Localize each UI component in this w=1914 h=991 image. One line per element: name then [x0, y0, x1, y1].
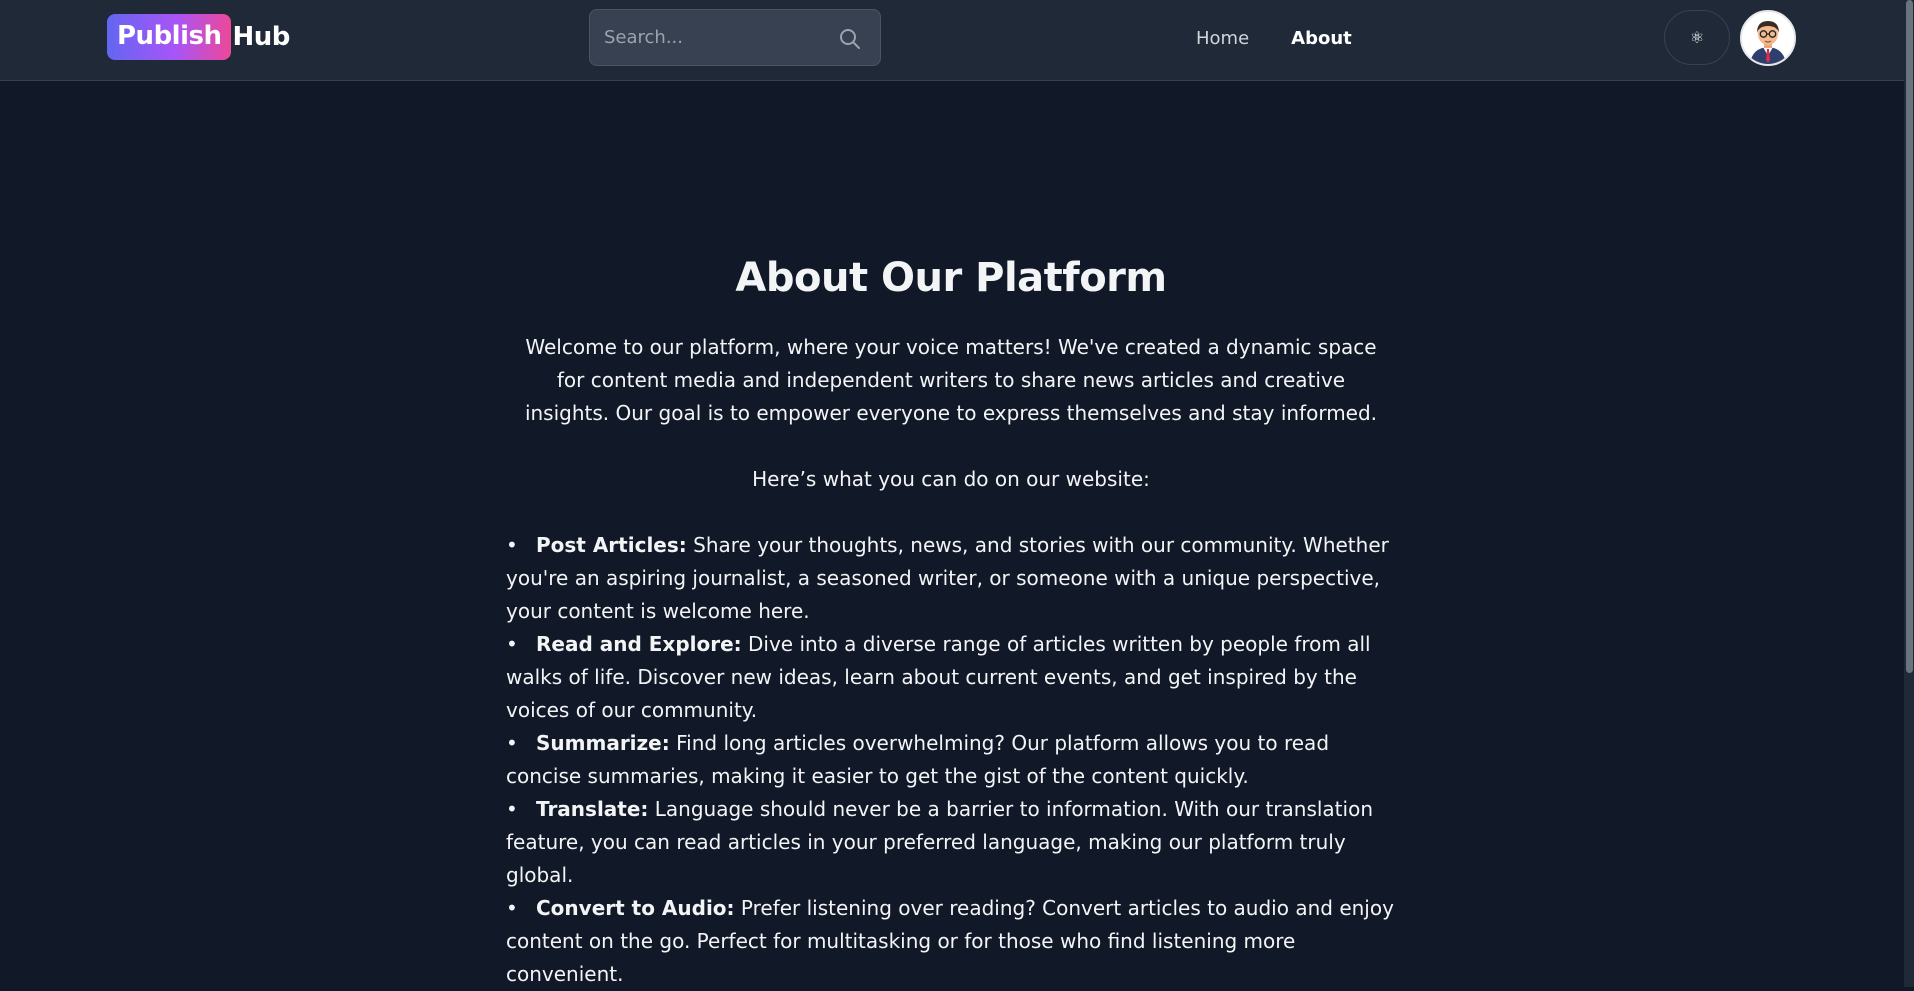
about-section: About Our Platform Welcome to our platfo… [506, 251, 1396, 991]
search-icon[interactable] [838, 27, 862, 51]
site-logo[interactable]: Publish Hub [107, 13, 290, 61]
user-avatar-icon [1742, 12, 1794, 64]
intro-paragraph: Welcome to our platform, where your voic… [524, 335, 1378, 425]
features-list: • Post Articles: Share your thoughts, new… [506, 529, 1396, 991]
page-title: About Our Platform [735, 255, 1167, 301]
logo-badge: Publish [107, 14, 231, 60]
nav-home-link[interactable]: Home [1196, 22, 1249, 55]
feature-title: Summarize: [536, 731, 670, 755]
list-item: • Read and Explore: Dive into a diverse r… [506, 628, 1396, 727]
user-avatar[interactable] [1740, 10, 1796, 66]
feature-title: Read and Explore: [536, 632, 742, 656]
bullet-icon: • [506, 533, 518, 557]
search-input[interactable] [590, 10, 830, 65]
features-lead: Here’s what you can do on our website: [752, 467, 1150, 491]
atom-icon: ⚛ [1689, 28, 1705, 47]
search-box [589, 9, 881, 66]
list-item: • Summarize: Find long articles overwhelm… [506, 727, 1396, 793]
list-item: • Convert to Audio: Prefer listening over… [506, 892, 1396, 991]
feature-title: Translate: [536, 797, 649, 821]
nav-about-link[interactable]: About [1291, 22, 1352, 55]
bullet-icon: • [506, 731, 518, 755]
feature-title: Convert to Audio: [536, 896, 735, 920]
logo-text: Hub [232, 22, 291, 52]
feature-title: Post Articles: [536, 533, 687, 557]
bullet-icon: • [506, 797, 518, 821]
list-item: • Translate: Language should never be a b… [506, 793, 1396, 892]
bullet-icon: • [506, 896, 518, 920]
scrollbar-thumb[interactable] [1906, 0, 1913, 673]
main-nav: Home About [1196, 0, 1352, 77]
theme-toggle-button[interactable]: ⚛ [1664, 10, 1730, 65]
top-navbar: Publish Hub Home About ⚛ [0, 0, 1904, 81]
main-content: About Our Platform Welcome to our platfo… [0, 81, 1904, 987]
bullet-icon: • [506, 632, 518, 656]
list-item: • Post Articles: Share your thoughts, new… [506, 529, 1396, 628]
